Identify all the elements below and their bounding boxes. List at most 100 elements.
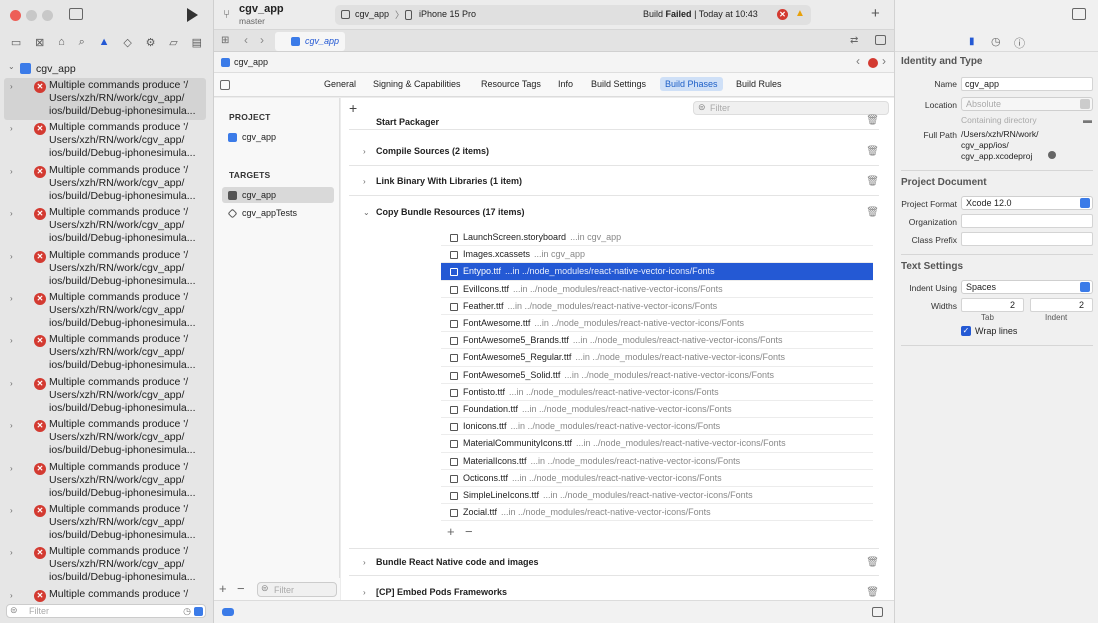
file-row[interactable]: Feather.ttf ...in ../node_modules/react-n… [441,298,873,315]
file-row[interactable]: FontAwesome5_Regular.ttf ...in ../node_mo… [441,349,873,367]
help-icon[interactable]: ⓘ [1014,35,1025,51]
add-target-button[interactable]: + [219,581,227,596]
trash-icon[interactable]: 🗑 [866,557,879,568]
chevron-right-icon[interactable]: › [363,147,366,156]
tab-build-settings[interactable]: Build Settings [591,79,646,89]
target-filter[interactable]: ⊜ Filter [257,582,337,597]
breakpoint-icon[interactable]: ▱ [169,36,177,49]
phase-link-binary[interactable]: › Link Binary With Libraries (1 item) 🗑 [349,168,879,196]
project-item[interactable]: cgv_app [222,129,334,145]
back-icon[interactable]: ‹ [244,33,248,47]
file-row[interactable]: Ionicons.ttf ...in ../node_modules/react-… [441,418,873,436]
class-prefix-field[interactable] [961,232,1093,246]
tab-resource-tags[interactable]: Resource Tags [481,79,541,89]
navigator-root[interactable]: ⌄ cgv_app [4,62,210,76]
navigator-filter[interactable]: ⊜ Filter ◷ [6,604,206,618]
filter-issues-icon[interactable] [194,607,203,616]
chevron-right-icon[interactable]: › [10,294,13,303]
chevron-right-icon[interactable]: › [363,177,366,186]
trash-icon[interactable]: 🗑 [866,146,879,157]
issue-row[interactable]: › ✕ Multiple commands produce '/Users/xzh/… [4,417,206,459]
chevron-right-icon[interactable]: › [10,506,13,515]
target-item[interactable]: cgv_app [222,187,334,203]
chevron-down-icon[interactable]: ⌄ [8,62,15,71]
file-row[interactable]: FontAwesome5_Brands.ttf ...in ../node_mod… [441,332,873,350]
format-select[interactable]: Xcode 12.0 [961,196,1093,210]
clock-icon[interactable]: ◷ [183,606,191,617]
find-icon[interactable]: ⌕ [79,36,85,49]
trash-icon[interactable]: 🗑 [866,587,879,598]
issue-row[interactable]: › ✕ Multiple commands produce '/Users/xzh/… [4,205,206,247]
issue-row[interactable]: › ✕ Multiple commands produce '/Users/xzh/… [4,544,206,586]
device-selector[interactable]: iPhone 15 Pro [419,9,476,19]
wrap-lines-checkbox[interactable]: ✓ [961,326,971,336]
organization-field[interactable] [961,214,1093,228]
remove-target-button[interactable]: − [237,581,245,596]
chevron-right-icon[interactable]: › [10,464,13,473]
trash-icon[interactable]: 🗑 [866,115,879,126]
minimize-window-button[interactable] [26,10,37,21]
phase-copy-bundle[interactable]: ⌄ Copy Bundle Resources (17 items) 🗑 [349,199,879,227]
chevron-down-icon[interactable]: ⌄ [363,208,370,217]
issue-row[interactable]: › ✕ Multiple commands produce '/Users/xzh/… [4,163,206,205]
tab-info[interactable]: Info [558,79,573,89]
trash-icon[interactable]: 🗑 [866,207,879,218]
target-item[interactable]: cgv_appTests [222,205,334,221]
remove-file-button[interactable]: − [465,524,473,539]
tab-width-field[interactable]: 2 [961,298,1024,312]
file-row[interactable]: FontAwesome5_Solid.ttf ...in ../node_modu… [441,367,873,384]
chevron-right-icon[interactable]: › [10,209,13,218]
swap-icon[interactable]: ⇄ [850,35,858,46]
zoom-window-button[interactable] [42,10,53,21]
issue-row[interactable]: › ✕ Multiple commands produce '/Users/xzh/… [4,332,206,374]
chevron-right-icon[interactable]: › [363,588,366,597]
issue-row[interactable]: › ✕ Multiple commands produce '/Users/xzh/… [4,120,206,162]
issue-row[interactable]: › ✕ Multiple commands produce '/Users/xzh/… [4,78,206,121]
phase-compile-sources[interactable]: › Compile Sources (2 items) 🗑 [349,138,879,166]
chevron-right-icon[interactable]: › [10,591,13,600]
error-badge-icon[interactable] [868,58,878,68]
chevron-right-icon[interactable]: › [363,558,366,567]
tab-signing[interactable]: Signing & Capabilities [373,79,461,89]
file-row[interactable]: Images.xcassets ...in cgv_app [441,246,873,264]
chevron-right-icon[interactable]: › [10,336,13,345]
file-inspector-icon[interactable]: ▮ [969,36,975,47]
folder-icon[interactable]: ▭ [11,36,21,49]
issue-navigator-icon[interactable]: ▲ [99,36,110,48]
grid-icon[interactable]: ⊞ [221,35,229,46]
jump-bar-item[interactable]: cgv_app [234,57,268,67]
sidebar-toggle-icon[interactable] [220,80,230,90]
tab-general[interactable]: General [324,79,356,89]
breakpoints-toggle-icon[interactable] [222,608,234,616]
issue-row[interactable]: › ✕ Multiple commands produce '/Users/xzh/… [4,248,206,290]
issue-row[interactable]: › ✕ Multiple commands produce '/Users/xzh/… [4,502,206,544]
issue-row[interactable]: › ✕ Multiple commands produce '/Users/xzh/… [4,290,206,332]
file-row[interactable]: MaterialIcons.ttf ...in ../node_modules/r… [441,453,873,470]
forward-icon[interactable]: › [260,33,264,47]
issue-row[interactable]: › ✕ Multiple commands produce '/Users/xzh/… [4,460,206,502]
error-icon[interactable]: ✕ [777,9,788,20]
history-icon[interactable]: ◷ [991,35,1001,48]
trash-icon[interactable]: 🗑 [866,176,879,187]
split-editor-icon[interactable] [875,35,886,45]
file-row[interactable]: Fontisto.ttf ...in ../node_modules/react-… [441,384,873,401]
file-row[interactable]: Zocial.ttf ...in ../node_modules/react-na… [441,504,873,522]
file-row[interactable]: MaterialCommunityIcons.ttf ...in ../node_… [441,435,873,453]
tab-build-phases[interactable]: Build Phases [660,77,723,91]
next-issue-icon[interactable]: › [882,54,886,68]
add-button[interactable]: + [871,5,880,22]
file-row[interactable]: SimpleLineIcons.ttf ...in ../node_modules… [441,487,873,505]
inspector-toggle-icon[interactable] [1072,8,1086,20]
sidebar-toggle-icon[interactable] [69,8,83,20]
file-row[interactable]: EvilIcons.ttf ...in ../node_modules/react… [441,281,873,298]
phase-bundle-rn[interactable]: › Bundle React Native code and images 🗑 [349,548,879,576]
folder-icon[interactable]: ▬ [1083,115,1092,125]
tab-cgv-app[interactable]: cgv_app [275,32,345,51]
chevron-right-icon[interactable]: › [10,252,13,261]
location-select[interactable]: Absolute [961,97,1093,111]
indent-using-select[interactable]: Spaces [961,280,1093,294]
chevron-right-icon[interactable]: › [10,124,13,133]
close-window-button[interactable] [10,10,21,21]
chevron-right-icon[interactable]: › [10,82,13,91]
debug-area-toggle-icon[interactable] [872,607,883,617]
